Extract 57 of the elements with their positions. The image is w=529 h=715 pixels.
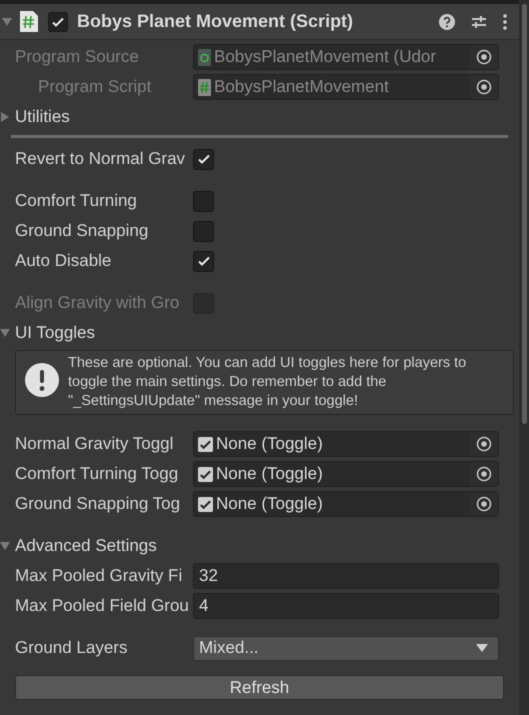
field-label: Program Source bbox=[14, 46, 140, 68]
help-text: These are optional. You can add UI toggles here for players to toggle the main settings. Do remember to add the "_SettingsUIUpdate" message in your toggle! bbox=[68, 354, 468, 411]
object-field[interactable]: None (Toggle) bbox=[193, 431, 499, 457]
checkmark-icon bbox=[198, 256, 210, 266]
field-label: Ground Snapping Tog bbox=[14, 493, 182, 516]
expanded-arrow-icon[interactable] bbox=[0, 328, 10, 338]
layer-dropdown[interactable]: Mixed... bbox=[193, 636, 499, 660]
field-label: Comfort Turning Togg bbox=[14, 463, 180, 486]
scrollbar[interactable] bbox=[519, 0, 529, 715]
enable-checkbox[interactable] bbox=[48, 12, 68, 32]
field-value: None (Toggle) bbox=[216, 433, 324, 456]
script-file-icon bbox=[20, 11, 38, 32]
number-field[interactable]: 32 bbox=[193, 563, 499, 589]
checkbox[interactable] bbox=[193, 250, 214, 272]
more-options-icon[interactable] bbox=[503, 14, 507, 30]
checkbox[interactable] bbox=[193, 220, 214, 242]
toggle-icon bbox=[198, 436, 213, 452]
info-icon bbox=[25, 363, 59, 397]
presets-icon[interactable] bbox=[471, 14, 487, 30]
caret-icon bbox=[476, 644, 488, 652]
component-title: Bobys Planet Movement (Script) bbox=[77, 10, 354, 33]
toggle-icon bbox=[198, 466, 213, 482]
checkmark-icon bbox=[198, 154, 210, 164]
number-field[interactable]: 4 bbox=[193, 593, 499, 619]
checkbox[interactable] bbox=[193, 190, 214, 212]
field-label: Auto Disable bbox=[14, 250, 112, 272]
object-picker-icon[interactable] bbox=[476, 466, 492, 482]
foldout-header[interactable]: UI Toggles bbox=[15, 320, 96, 346]
foldout-header[interactable]: Utilities bbox=[15, 104, 70, 130]
foldout-arrow-icon[interactable] bbox=[2, 16, 12, 26]
collapsed-arrow-icon[interactable] bbox=[0, 112, 10, 122]
field-label: Comfort Turning bbox=[14, 190, 138, 212]
object-picker-icon[interactable] bbox=[476, 436, 492, 452]
field-value: None (Toggle) bbox=[216, 493, 324, 516]
asset-icon bbox=[198, 48, 211, 66]
field-value: BobysPlanetMovement (Udor bbox=[214, 46, 438, 68]
expanded-arrow-icon[interactable] bbox=[0, 541, 10, 551]
foldout-header[interactable]: Advanced Settings bbox=[15, 533, 157, 559]
field-label: Normal Gravity Toggl bbox=[14, 433, 174, 456]
object-picker-icon[interactable] bbox=[476, 496, 492, 512]
field-label: Max Pooled Gravity Fi bbox=[14, 565, 184, 588]
field-label: Ground Snapping bbox=[14, 220, 150, 242]
field-label: Ground Layers bbox=[14, 637, 128, 660]
field-label: Max Pooled Field Grou bbox=[14, 595, 190, 618]
script-file-icon bbox=[198, 78, 211, 96]
object-field[interactable]: None (Toggle) bbox=[193, 491, 499, 517]
object-field[interactable]: None (Toggle) bbox=[193, 461, 499, 487]
field-label: Revert to Normal Grav bbox=[14, 148, 186, 170]
field-value: BobysPlanetMovement bbox=[214, 76, 390, 98]
toggle-icon bbox=[198, 496, 213, 512]
refresh-button[interactable]: Refresh bbox=[15, 675, 504, 700]
checkmark-icon bbox=[52, 17, 64, 26]
help-icon[interactable] bbox=[439, 14, 455, 30]
field-value: None (Toggle) bbox=[216, 463, 324, 486]
field-label: Program Script bbox=[37, 76, 152, 98]
field-label: Align Gravity with Gro bbox=[14, 292, 180, 314]
checkbox[interactable] bbox=[193, 148, 214, 170]
